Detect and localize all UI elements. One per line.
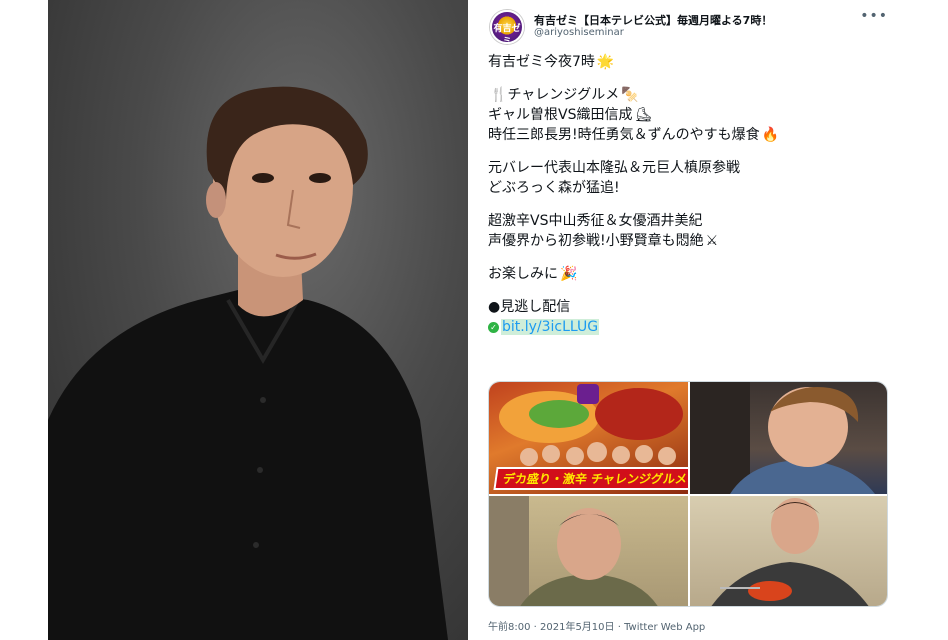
crossed-swords-icon: ⚔ (705, 233, 719, 249)
tweet-card: 有吉ゼミ 有吉ゼミ【日本テレビ公式】毎週月曜よる7時！ @ariyoshisem… (478, 0, 898, 640)
account-handle[interactable]: @ariyoshiseminar (534, 27, 624, 38)
skewer-icon: 🍢 (621, 87, 639, 103)
fire-icon: 🔥 (761, 127, 780, 143)
account-display-name[interactable]: 有吉ゼミ【日本テレビ公式】毎週月曜よる7時！ (534, 12, 772, 28)
skate-icon: ⛸ (634, 107, 653, 123)
media-grid: デカ盛り・激辛 チャレンジグルメ (488, 381, 888, 607)
avatar-logo-text: 有吉ゼミ (493, 24, 521, 47)
account-avatar[interactable]: 有吉ゼミ (490, 10, 524, 47)
portrait-photo (48, 0, 468, 640)
tweet-line: ギャル曽根VS織田信成 ⛸ (488, 107, 653, 123)
tweet-line: どぶろっく森が猛追! (488, 180, 620, 196)
tweet-line: 時任三郎長男!時任勇気＆ずんのやすも爆食 🔥 (488, 127, 780, 143)
tweet-line: 🍴チャレンジグルメ 🍢 (490, 87, 639, 103)
media-image-spicy-food[interactable] (690, 496, 887, 606)
tweet-text: 有吉ゼミ今夜7時 🌟 🍴チャレンジグルメ 🍢 ギャル曽根VS織田信成 ⛸ 時任三郎長男… (488, 52, 888, 337)
link-row: ✓ bit.ly/3icLLUG (488, 317, 888, 337)
tweet-line: 有吉ゼミ今夜7時 🌟 (488, 54, 615, 70)
show-banner: デカ盛り・激辛 チャレンジグルメ (493, 467, 688, 490)
tweet-line: 声優界から初参戦!小野賢章も悶絶 ⚔ (488, 233, 719, 249)
more-icon[interactable]: ••• (860, 8, 888, 24)
media-image-show-title[interactable]: デカ盛り・激辛 チャレンジグルメ (489, 382, 688, 494)
tweet-line: お楽しみに 🎉 (488, 266, 578, 282)
tweet-line: 超激辛VS中山秀征＆女優酒井美紀 (488, 213, 703, 229)
tweet-line: 元バレー代表山本隆弘＆元巨人槙原参戦 (488, 160, 740, 176)
media-image-reaction[interactable] (489, 496, 688, 606)
fork-knife-icon: 🍴 (490, 87, 508, 103)
portrait-illustration (48, 86, 448, 640)
media-image-eating[interactable] (690, 382, 887, 494)
short-link[interactable]: bit.ly/3icLLUG (501, 319, 600, 335)
check-icon: ✓ (488, 322, 499, 333)
party-popper-icon: 🎉 (560, 266, 578, 282)
tweet-line: ●見逃し配信 (488, 299, 571, 315)
star-icon: 🌟 (596, 54, 615, 70)
tweet-timestamp[interactable]: 午前8:00 · 2021年5月10日 · Twitter Web App (488, 618, 705, 633)
